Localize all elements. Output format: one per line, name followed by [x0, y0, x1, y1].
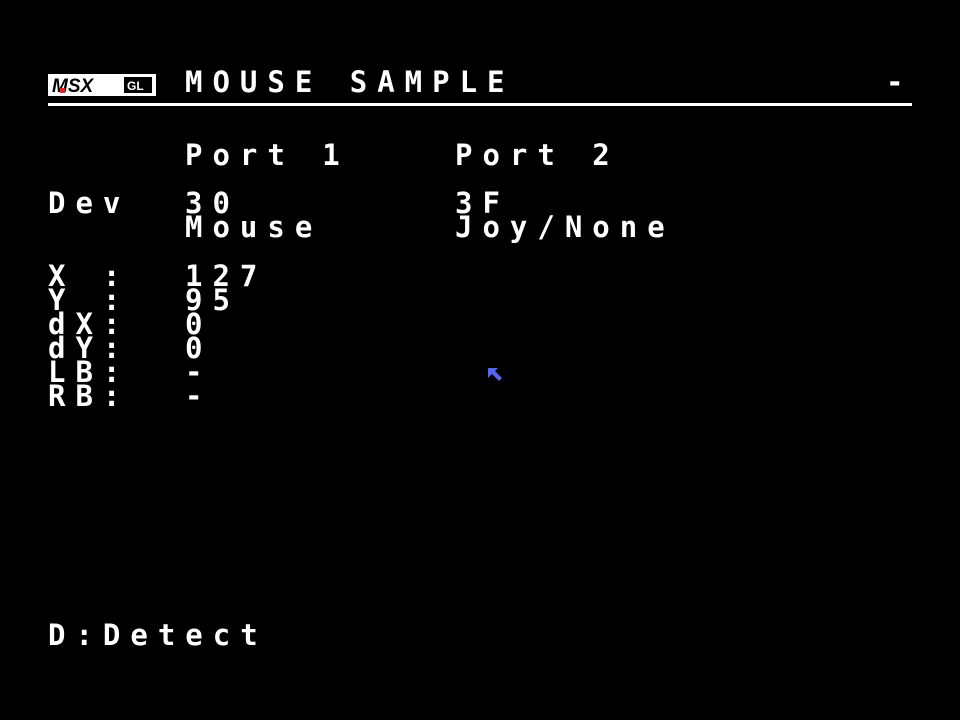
readout-rb-value: - [185, 379, 213, 413]
msxgl-logo: MSX GL [48, 74, 156, 96]
detect-hint: D:Detect [48, 618, 268, 652]
arrow-cursor-icon [488, 368, 502, 381]
svg-text:MSX: MSX [52, 76, 95, 96]
page-title: MOUSE SAMPLE [185, 65, 515, 99]
status-indicator: - [886, 65, 914, 99]
header-divider [48, 103, 912, 106]
msx-screen: MSX GL MOUSE SAMPLE - Port 1 Port 2 Dev … [0, 0, 960, 720]
svg-text:GL: GL [127, 79, 144, 93]
port1-device-name: Mouse [185, 210, 323, 244]
port1-header: Port 1 [185, 138, 350, 172]
readout-rb-label: RB: [48, 379, 131, 413]
device-label: Dev [48, 186, 131, 220]
port2-device-name: Joy/None [455, 210, 675, 244]
port2-header: Port 2 [455, 138, 620, 172]
